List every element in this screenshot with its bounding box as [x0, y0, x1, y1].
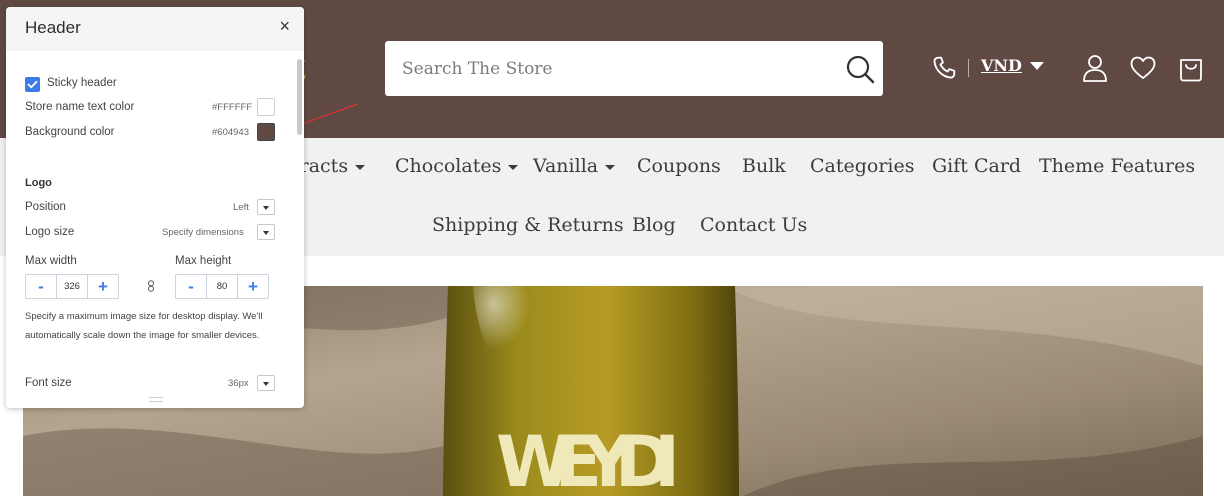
- max-height-decrement-button[interactable]: -: [176, 275, 206, 298]
- nav-item-label: Theme Features: [1039, 155, 1196, 177]
- currency-selector[interactable]: VND: [981, 56, 1045, 75]
- max-height-input[interactable]: 80: [206, 275, 238, 298]
- currency-label: VND: [981, 56, 1022, 75]
- chevron-down-icon: [1029, 61, 1044, 70]
- font-size-label: Font size: [25, 377, 72, 389]
- background-color-swatch[interactable]: [257, 123, 275, 141]
- logo-size-label: Logo size: [25, 226, 75, 238]
- nav-item-label: Categories: [810, 155, 915, 177]
- nav-item-label: Contact Us: [700, 214, 808, 236]
- max-width-increment-button[interactable]: +: [88, 275, 118, 298]
- phone-icon[interactable]: [931, 55, 957, 81]
- nav-item-gift-card[interactable]: Gift Card: [932, 155, 1021, 177]
- link-dimensions-icon[interactable]: [147, 280, 155, 292]
- search-bar: [385, 41, 883, 96]
- store-name-color-value: #FFFFFF: [212, 102, 253, 113]
- close-icon[interactable]: ×: [279, 16, 290, 37]
- bottle-label-text: WEYDI: [496, 421, 678, 496]
- nav-item-label: Gift Card: [932, 155, 1022, 177]
- search-icon[interactable]: [845, 54, 875, 84]
- nav-item-blog[interactable]: Blog: [632, 214, 676, 236]
- panel-header: Header ×: [6, 7, 304, 51]
- nav-item-label: Bulk: [742, 155, 786, 177]
- nav-item-theme-features[interactable]: Theme Features: [1039, 155, 1195, 177]
- nav-item-vanilla[interactable]: Vanilla: [533, 155, 616, 177]
- search-input[interactable]: [385, 41, 825, 96]
- caret-down-icon: [605, 165, 616, 170]
- account-icon[interactable]: [1082, 54, 1108, 82]
- caret-down-icon: [355, 165, 366, 170]
- position-value[interactable]: Left: [233, 202, 249, 213]
- max-width-stepper: - 326 +: [25, 274, 119, 299]
- store-name-color-swatch[interactable]: [257, 98, 275, 116]
- nav-item-label: Chocolates: [395, 155, 502, 177]
- nav-item-label: Vanilla: [533, 155, 599, 177]
- header-divider: [968, 59, 969, 77]
- panel-title: Header: [25, 18, 81, 37]
- caret-down-icon: [508, 165, 519, 170]
- position-label: Position: [25, 201, 66, 213]
- nav-item-coupons[interactable]: Coupons: [637, 155, 721, 177]
- max-height-label: Max height: [175, 255, 232, 267]
- background-color-label: Background color: [25, 126, 115, 138]
- background-color-value: #604943: [212, 127, 249, 138]
- max-height-stepper: - 80 +: [175, 274, 269, 299]
- nav-item-categories[interactable]: Categories: [810, 155, 915, 177]
- nav-item-label: Shipping & Returns: [432, 214, 624, 236]
- font-size-value[interactable]: 36px: [228, 378, 249, 389]
- position-dropdown-icon[interactable]: [257, 199, 275, 215]
- wishlist-heart-icon[interactable]: [1130, 56, 1156, 80]
- logo-section-heading: Logo: [25, 177, 52, 189]
- max-height-increment-button[interactable]: +: [238, 275, 268, 298]
- store-name-color-label: Store name text color: [25, 101, 135, 113]
- sticky-header-checkbox[interactable]: [25, 77, 40, 92]
- logo-size-help-text: Specify a maximum image size for desktop…: [25, 311, 263, 341]
- logo-size-dropdown-icon[interactable]: [257, 224, 275, 240]
- nav-item-shipping-returns[interactable]: Shipping & Returns: [432, 214, 624, 236]
- font-size-dropdown-icon[interactable]: [257, 375, 275, 391]
- nav-item-label: Blog: [632, 214, 676, 236]
- nav-item-bulk[interactable]: Bulk: [742, 155, 786, 177]
- nav-item-label: Coupons: [637, 155, 721, 177]
- header-settings-panel: Header × Sticky header Store name text c…: [6, 7, 304, 408]
- checkmark-icon: [27, 80, 38, 89]
- max-width-input[interactable]: 326: [56, 275, 88, 298]
- max-width-decrement-button[interactable]: -: [26, 275, 56, 298]
- cart-bag-icon[interactable]: [1179, 54, 1203, 82]
- nav-item-contact-us[interactable]: Contact Us: [700, 214, 807, 236]
- logo-size-value[interactable]: Specify dimensions: [162, 227, 244, 238]
- resize-handle-icon[interactable]: [149, 397, 163, 402]
- nav-item-chocolates[interactable]: Chocolates: [395, 155, 519, 177]
- sticky-header-label: Sticky header: [47, 77, 117, 89]
- max-width-label: Max width: [25, 255, 77, 267]
- scrollbar-thumb[interactable]: [297, 59, 302, 135]
